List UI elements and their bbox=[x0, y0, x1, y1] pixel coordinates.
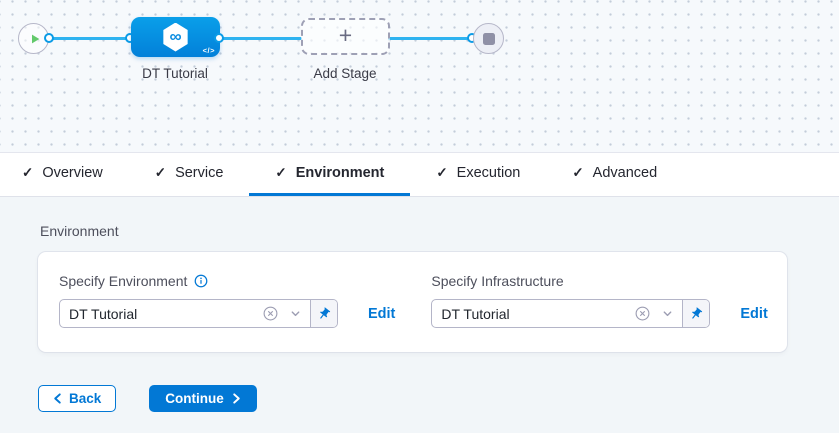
continue-button[interactable]: Continue bbox=[149, 385, 257, 412]
play-icon bbox=[29, 33, 41, 45]
harness-cd-hexagon-icon: ∞ bbox=[162, 23, 189, 52]
environment-select-value: DT Tutorial bbox=[69, 306, 251, 322]
pipeline-edge bbox=[388, 37, 468, 39]
pin-button[interactable] bbox=[682, 300, 709, 327]
tab-execution[interactable]: ✓ Execution bbox=[410, 153, 546, 196]
footer-actions: Back Continue bbox=[38, 385, 799, 412]
stage-node-dt-tutorial[interactable]: ∞ </> bbox=[131, 17, 220, 57]
chevron-down-icon[interactable] bbox=[290, 308, 301, 319]
section-title: Environment bbox=[40, 223, 799, 239]
continue-button-label: Continue bbox=[165, 391, 224, 406]
check-icon: ✓ bbox=[572, 165, 583, 181]
tab-advanced[interactable]: ✓ Advanced bbox=[546, 153, 683, 196]
pin-icon bbox=[314, 304, 334, 324]
pipeline-edge bbox=[52, 37, 128, 39]
plus-icon: + bbox=[339, 24, 352, 47]
add-stage-button[interactable]: + bbox=[301, 18, 390, 55]
pipeline-canvas: ∞ </> DT Tutorial + Add Stage bbox=[0, 0, 839, 152]
back-button[interactable]: Back bbox=[38, 385, 116, 412]
tab-service[interactable]: ✓ Service bbox=[129, 153, 250, 196]
add-stage-label: Add Stage bbox=[290, 66, 400, 81]
chevron-right-icon bbox=[232, 393, 241, 404]
environment-select[interactable]: DT Tutorial bbox=[60, 300, 310, 327]
environment-field-label: Specify Environment bbox=[59, 273, 187, 289]
connector-port bbox=[214, 33, 224, 43]
environment-select-group: DT Tutorial bbox=[59, 299, 338, 328]
tab-label: Overview bbox=[42, 165, 102, 181]
back-button-label: Back bbox=[69, 391, 101, 406]
environment-field: Specify Environment DT Tutorial bbox=[59, 273, 395, 328]
stop-icon bbox=[483, 33, 495, 45]
infrastructure-field: Specify Infrastructure DT Tutorial bbox=[431, 273, 767, 328]
infrastructure-field-label: Specify Infrastructure bbox=[431, 273, 563, 289]
check-icon: ✓ bbox=[155, 165, 166, 181]
pipeline-edge bbox=[222, 37, 302, 39]
pipeline-end-node[interactable] bbox=[473, 23, 504, 54]
tab-label: Execution bbox=[457, 165, 521, 181]
tab-label: Service bbox=[175, 165, 223, 181]
infinity-glyph: ∞ bbox=[169, 28, 181, 45]
check-icon: ✓ bbox=[22, 165, 33, 181]
infrastructure-select-group: DT Tutorial bbox=[431, 299, 710, 328]
infrastructure-select[interactable]: DT Tutorial bbox=[432, 300, 682, 327]
chevron-down-icon[interactable] bbox=[662, 308, 673, 319]
clear-icon[interactable] bbox=[635, 306, 650, 321]
pin-icon bbox=[687, 304, 707, 324]
pin-button[interactable] bbox=[310, 300, 337, 327]
environment-edit-link[interactable]: Edit bbox=[368, 306, 395, 322]
clear-icon[interactable] bbox=[263, 306, 278, 321]
stage-node-label: DT Tutorial bbox=[120, 66, 230, 81]
stage-config-tabbar: ✓ Overview ✓ Service ✓ Environment ✓ Exe… bbox=[0, 152, 839, 197]
check-icon: ✓ bbox=[436, 165, 447, 181]
tab-overview[interactable]: ✓ Overview bbox=[22, 153, 129, 196]
tab-label: Environment bbox=[296, 165, 385, 181]
check-icon: ✓ bbox=[275, 165, 286, 181]
chevron-left-icon bbox=[53, 393, 62, 404]
environment-card: Specify Environment DT Tutorial bbox=[38, 252, 787, 352]
environment-panel: Environment Specify Environment DT Tutor… bbox=[0, 197, 839, 433]
tab-label: Advanced bbox=[593, 165, 658, 181]
infrastructure-edit-link[interactable]: Edit bbox=[740, 306, 767, 322]
code-view-icon: </> bbox=[203, 46, 215, 55]
info-icon[interactable] bbox=[194, 274, 208, 288]
infrastructure-select-value: DT Tutorial bbox=[441, 306, 623, 322]
tab-environment[interactable]: ✓ Environment bbox=[249, 153, 410, 196]
connector-port bbox=[44, 33, 54, 43]
